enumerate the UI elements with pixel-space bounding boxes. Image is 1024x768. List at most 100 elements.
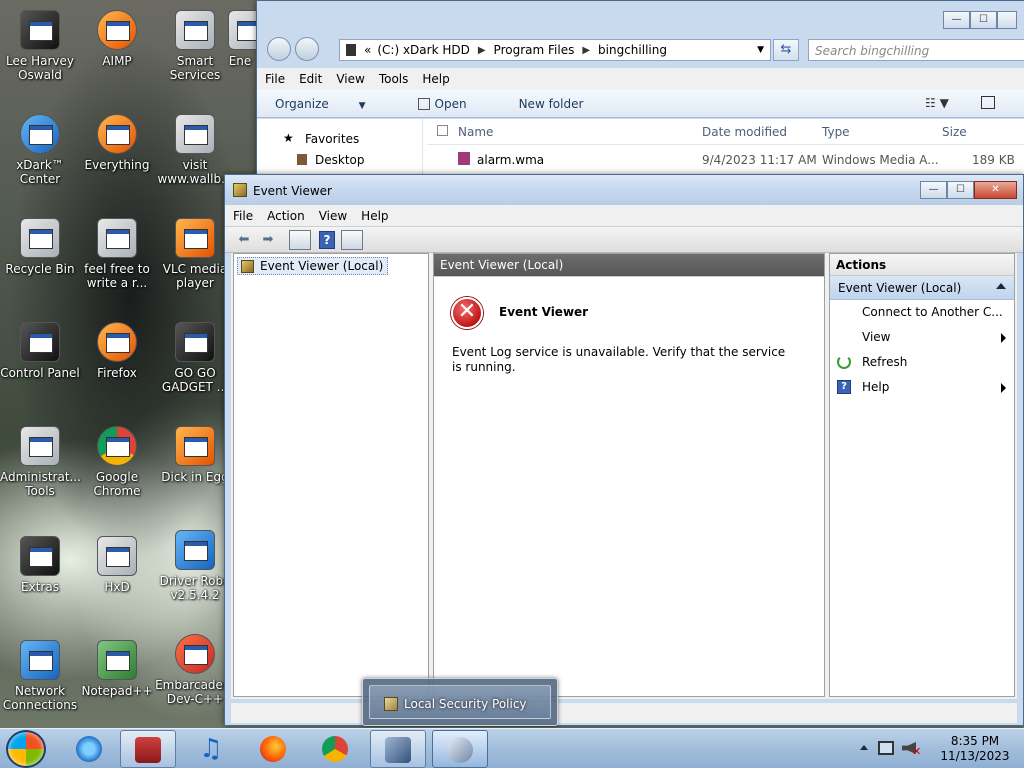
action-view[interactable]: View — [830, 325, 1014, 350]
forward-arrow-icon[interactable]: ➡ — [257, 230, 279, 250]
recycle-bin-icon — [20, 218, 60, 258]
desktop-icon-feel-free[interactable]: feel free to write a r... — [77, 218, 157, 290]
desktop-icon-extras[interactable]: Extras — [0, 536, 80, 594]
aimp-icon — [97, 10, 137, 50]
event-viewer-window[interactable]: Event Viewer — ☐ ✕ File Action View Help… — [224, 174, 1024, 726]
desktop-icon-google-chrome[interactable]: Google Chrome — [77, 426, 157, 498]
desktop-icon-network-connections[interactable]: Network Connections — [0, 640, 80, 712]
back-button[interactable] — [267, 37, 291, 61]
desktop-icon-everything[interactable]: Everything — [77, 114, 157, 172]
desktop-icon-dev-cpp[interactable]: Embarcadero Dev-C++ — [155, 634, 235, 706]
minimize-button[interactable]: — — [943, 11, 970, 29]
taskbar-music[interactable]: ♫ — [184, 730, 240, 768]
new-folder-button[interactable]: New folder — [519, 97, 584, 111]
show-hide-action-pane-icon[interactable] — [341, 229, 363, 250]
desktop-icon-visit-wallb[interactable]: visit www.wallb... — [155, 114, 235, 186]
nav-favorites[interactable]: Favorites — [305, 132, 359, 146]
action-help[interactable]: ? Help — [830, 375, 1014, 400]
preview-pane-icon[interactable] — [981, 96, 995, 109]
view-options-icon[interactable]: ☷ ▼ — [925, 96, 949, 110]
open-button[interactable]: Open — [417, 97, 493, 111]
desktop-icon-ene[interactable]: Ene — [224, 10, 256, 68]
desktop-icon-go-go-gadget[interactable]: GO GO GADGET ... — [155, 322, 235, 394]
breadcrumb-separator-icon[interactable]: ▶ — [582, 45, 590, 56]
show-hidden-icons-arrow-icon[interactable] — [860, 745, 868, 750]
desktop-icon-lee-harvey-oswald[interactable]: Lee Harvey Oswald — [0, 10, 80, 82]
menu-view[interactable]: View — [319, 209, 347, 223]
taskbar-thumbnail-popup[interactable]: Local Security Policy — [362, 678, 558, 726]
tree-item-event-viewer-local[interactable]: Event Viewer (Local) — [237, 257, 389, 275]
column-name[interactable]: Name — [458, 125, 493, 139]
back-arrow-icon[interactable]: ⬅ — [233, 230, 255, 250]
breadcrumb-bingchilling[interactable]: bingchilling — [598, 43, 667, 57]
refresh-icon[interactable]: ⇆ — [773, 39, 799, 61]
desktop-icon-hxd[interactable]: HxD — [77, 536, 157, 594]
menu-file[interactable]: File — [233, 209, 253, 223]
close-button[interactable] — [997, 11, 1017, 29]
desktop-icon-control-panel[interactable]: Control Panel — [0, 322, 80, 380]
clock[interactable]: 8:35 PM 11/13/2023 — [940, 734, 1010, 764]
desktop-icon-smart-services[interactable]: Smart Services — [155, 10, 235, 82]
breadcrumb-program-files[interactable]: Program Files — [494, 43, 575, 57]
desktop-icon-administrative-tools[interactable]: Administrat... Tools — [0, 426, 81, 498]
taskbar-local-security-policy[interactable] — [370, 730, 426, 768]
action-connect-to-another-computer[interactable]: Connect to Another C... — [830, 300, 1014, 325]
menu-tools[interactable]: Tools — [379, 72, 409, 86]
menu-view[interactable]: View — [336, 72, 364, 86]
firefox-icon — [97, 322, 137, 362]
desktop-icon-aimp[interactable]: AIMP — [77, 10, 157, 68]
breadcrumb-separator-icon[interactable]: ▶ — [478, 45, 486, 56]
network-icon[interactable] — [878, 741, 894, 755]
file-row[interactable]: alarm.wma 9/4/2023 11:17 AM Windows Medi… — [427, 151, 1024, 169]
control-panel-icon — [20, 322, 60, 362]
organize-button[interactable]: Organize ▼ — [275, 97, 392, 111]
event-viewer-icon — [233, 183, 247, 197]
taskbar-internet-explorer[interactable] — [62, 730, 118, 768]
popup-item-local-security-policy[interactable]: Local Security Policy — [369, 685, 551, 719]
help-icon[interactable]: ? — [319, 230, 335, 249]
column-size[interactable]: Size — [942, 125, 967, 139]
explorer-window[interactable]: — ☐ « (C:) xDark HDD ▶ Program Files ▶ b… — [256, 0, 1024, 176]
maximize-button[interactable]: ☐ — [947, 181, 974, 199]
desktop-icon-firefox[interactable]: Firefox — [77, 322, 157, 380]
desktop-icon-xdark-center[interactable]: xDark™ Center — [0, 114, 80, 186]
chrome-icon — [322, 736, 348, 762]
collapse-arrow-icon[interactable] — [996, 283, 1006, 289]
start-button[interactable] — [6, 730, 46, 768]
search-input[interactable]: Search bingchilling — [808, 39, 1024, 61]
chevron-down-icon[interactable]: ▼ — [757, 45, 764, 55]
taskbar-chrome[interactable] — [308, 730, 364, 768]
desktop-icon-recycle-bin[interactable]: Recycle Bin — [0, 218, 80, 276]
menu-file[interactable]: File — [265, 72, 285, 86]
actions-section-event-viewer-local[interactable]: Event Viewer (Local) — [830, 276, 1014, 300]
taskbar-event-viewer[interactable] — [432, 730, 488, 768]
taskbar-store[interactable] — [120, 730, 176, 768]
desktop-icon-driver-robot[interactable]: Driver Robo v2.5.4.2 — [155, 530, 235, 602]
desktop-icon-notepad-plus-plus[interactable]: Notepad++ — [77, 640, 157, 698]
nav-desktop[interactable]: Desktop — [315, 153, 365, 167]
desktop-icon-vlc[interactable]: VLC media player — [155, 218, 235, 290]
column-type[interactable]: Type — [822, 125, 850, 139]
action-refresh[interactable]: Refresh — [830, 350, 1014, 375]
menu-edit[interactable]: Edit — [299, 72, 322, 86]
minimize-button[interactable]: — — [920, 181, 947, 199]
window-title: Event Viewer — [253, 184, 332, 198]
forward-button[interactable] — [295, 37, 319, 61]
notepad-plus-plus-icon — [97, 640, 137, 680]
breadcrumb-drive[interactable]: (C:) xDark HDD — [377, 43, 470, 57]
maximize-button[interactable]: ☐ — [970, 11, 997, 29]
taskbar-firefox[interactable] — [246, 730, 302, 768]
window-controls: — ☐ ✕ — [920, 181, 1017, 199]
address-bar[interactable]: « (C:) xDark HDD ▶ Program Files ▶ bingc… — [339, 39, 771, 61]
menu-action[interactable]: Action — [267, 209, 305, 223]
close-button[interactable]: ✕ — [974, 181, 1017, 199]
desktop-icon-dick-in-egg[interactable]: Dick in Egg — [155, 426, 235, 484]
music-note-icon: ♫ — [199, 734, 223, 764]
column-date-modified[interactable]: Date modified — [702, 125, 787, 139]
event-viewer-titlebar[interactable]: Event Viewer — ☐ ✕ — [225, 175, 1023, 205]
explorer-menubar: File Edit View Tools Help — [257, 68, 1024, 90]
select-all-checkbox[interactable] — [437, 125, 448, 136]
menu-help[interactable]: Help — [422, 72, 449, 86]
show-hide-console-tree-icon[interactable] — [289, 229, 311, 250]
menu-help[interactable]: Help — [361, 209, 388, 223]
